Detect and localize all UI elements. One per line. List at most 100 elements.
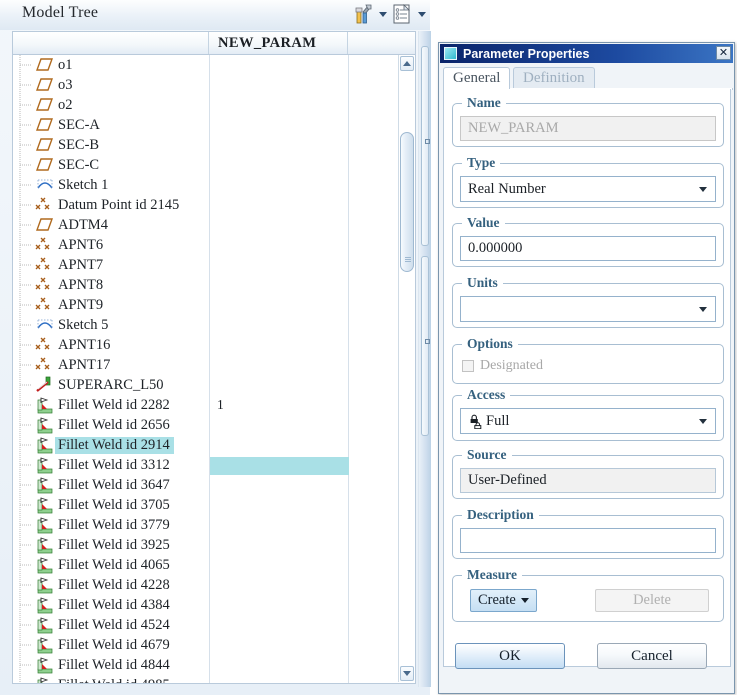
tree-branch-line: [17, 395, 35, 415]
tree-branch-line: [17, 475, 35, 495]
tree-row[interactable]: o1: [13, 55, 385, 75]
tree-row[interactable]: Fillet Weld id 4679: [13, 635, 385, 655]
tree-row[interactable]: Fillet Weld id 4228: [13, 575, 385, 595]
designated-label: Designated: [480, 358, 543, 373]
tree-branch-line: [17, 495, 35, 515]
fillet-weld-icon: [35, 416, 55, 434]
tree-row[interactable]: SEC-B: [13, 135, 385, 155]
filters-chevron-down-icon[interactable]: [416, 3, 427, 25]
tree-row[interactable]: APNT9: [13, 295, 385, 315]
tree-row[interactable]: SEC-A: [13, 115, 385, 135]
column-header-name[interactable]: [13, 32, 209, 54]
splitter-handle-upper[interactable]: [421, 46, 430, 246]
column-header-extra[interactable]: [348, 32, 415, 54]
tree-row-label: SEC-B: [58, 136, 100, 153]
tree-branch-line: [17, 255, 35, 275]
tree-row-label: Fillet Weld id 2656: [58, 416, 170, 433]
fillet-weld-icon: [35, 596, 55, 614]
tree-row-param-value[interactable]: 1: [209, 395, 348, 415]
datum-point-icon: [35, 356, 55, 374]
name-field[interactable]: NEW_PARAM: [460, 116, 716, 141]
tree-row[interactable]: APNT17: [13, 355, 385, 375]
cancel-button[interactable]: Cancel: [597, 643, 707, 669]
tree-row[interactable]: Fillet Weld id 3925: [13, 535, 385, 555]
datum-point-icon: [35, 276, 55, 294]
tree-row[interactable]: APNT8: [13, 275, 385, 295]
tree-row[interactable]: o2: [13, 95, 385, 115]
group-options: Options Designated: [452, 336, 724, 384]
datum-plane-icon: [35, 156, 55, 174]
value-field[interactable]: 0.000000: [460, 236, 716, 261]
tree-branch-line: [17, 195, 35, 215]
tree-branch-line: [17, 635, 35, 655]
tree-row-list: o1 o3 o2 SEC-A SEC-B SEC-C Sketch 1 Datum Point…: [13, 55, 385, 683]
tab-definition[interactable]: Definition: [513, 67, 595, 89]
splitter-handle-lower[interactable]: [421, 256, 430, 436]
tree-row-label: Fillet Weld id 3925: [58, 536, 170, 553]
datum-plane-icon: [35, 116, 55, 134]
scrollbar-thumb[interactable]: [400, 132, 414, 272]
tree-row-label: SUPERARC_L50: [58, 376, 164, 393]
tree-row[interactable]: Fillet Weld id 3779: [13, 515, 385, 535]
tree-row[interactable]: Fillet Weld id 3647: [13, 475, 385, 495]
designated-checkbox-row[interactable]: Designated: [462, 358, 543, 374]
chevron-down-icon: [699, 418, 707, 424]
tree-row[interactable]: Sketch 5: [13, 315, 385, 335]
group-units: Units: [452, 275, 724, 328]
tree-vertical-scrollbar[interactable]: [398, 55, 415, 682]
tree-row[interactable]: Fillet Weld id 2656: [13, 415, 385, 435]
scroll-up-icon[interactable]: [400, 56, 414, 71]
tree-row[interactable]: Fillet Weld id 2914: [13, 435, 385, 455]
tree-row[interactable]: Fillet Weld id 4844: [13, 655, 385, 675]
create-measure-button[interactable]: Create: [470, 589, 537, 612]
access-dropdown[interactable]: Full: [460, 408, 716, 434]
close-icon[interactable]: ✕: [716, 46, 731, 60]
tree-row-label: Fillet Weld id 3312: [58, 456, 170, 473]
tree-row[interactable]: APNT6: [13, 235, 385, 255]
tree-row[interactable]: APNT16: [13, 335, 385, 355]
tree-branch-line: [17, 455, 35, 475]
tree-branch-line: [17, 435, 35, 455]
tree-row[interactable]: Fillet Weld id 2282 1: [13, 395, 385, 415]
weld-rod-icon: [35, 376, 55, 394]
column-header-new-param[interactable]: NEW_PARAM: [209, 32, 348, 54]
tree-row[interactable]: Sketch 1: [13, 175, 385, 195]
scroll-down-icon[interactable]: [400, 666, 414, 681]
tree-row[interactable]: o3: [13, 75, 385, 95]
tree-branch-line: [17, 315, 35, 335]
tree-row[interactable]: Fillet Weld id 4985: [13, 675, 385, 683]
lock-icon: [468, 413, 485, 430]
tree-row[interactable]: SEC-C: [13, 155, 385, 175]
description-field[interactable]: [460, 528, 716, 553]
tree-row[interactable]: Fillet Weld id 4524: [13, 615, 385, 635]
dialog-titlebar[interactable]: Parameter Properties ✕: [440, 44, 733, 63]
group-name: Name NEW_PARAM: [452, 95, 724, 147]
tree-row[interactable]: Datum Point id 2145: [13, 195, 385, 215]
fillet-weld-icon: [35, 676, 55, 683]
group-label-units: Units: [462, 275, 503, 291]
tree-column-header: NEW_PARAM: [12, 31, 416, 55]
tab-general[interactable]: General: [443, 67, 511, 89]
param-cell-editor[interactable]: [210, 457, 349, 475]
tree-row[interactable]: SUPERARC_L50: [13, 375, 385, 395]
tree-row[interactable]: Fillet Weld id 3312: [13, 455, 385, 475]
tree-row[interactable]: Fillet Weld id 4065: [13, 555, 385, 575]
panel-splitter[interactable]: [418, 31, 431, 687]
settings-tools-icon[interactable]: [351, 2, 375, 26]
tree-row[interactable]: ADTM4: [13, 215, 385, 235]
group-label-name: Name: [462, 95, 506, 111]
tree-row[interactable]: Fillet Weld id 4384: [13, 595, 385, 615]
designated-checkbox[interactable]: [462, 360, 474, 372]
group-access: Access Full: [452, 387, 724, 441]
tree-row[interactable]: APNT7: [13, 255, 385, 275]
tree-row[interactable]: Fillet Weld id 3705: [13, 495, 385, 515]
type-dropdown[interactable]: Real Number: [460, 176, 716, 202]
splitter-dot-icon: [424, 139, 430, 144]
ok-button[interactable]: OK: [455, 643, 565, 669]
tree-row-label: Sketch 1: [58, 176, 109, 193]
units-dropdown[interactable]: [460, 296, 716, 322]
fillet-weld-icon: [35, 536, 55, 554]
tree-filters-icon[interactable]: [390, 2, 414, 26]
tools-chevron-down-icon[interactable]: [377, 3, 388, 25]
tree-branch-line: [17, 575, 35, 595]
